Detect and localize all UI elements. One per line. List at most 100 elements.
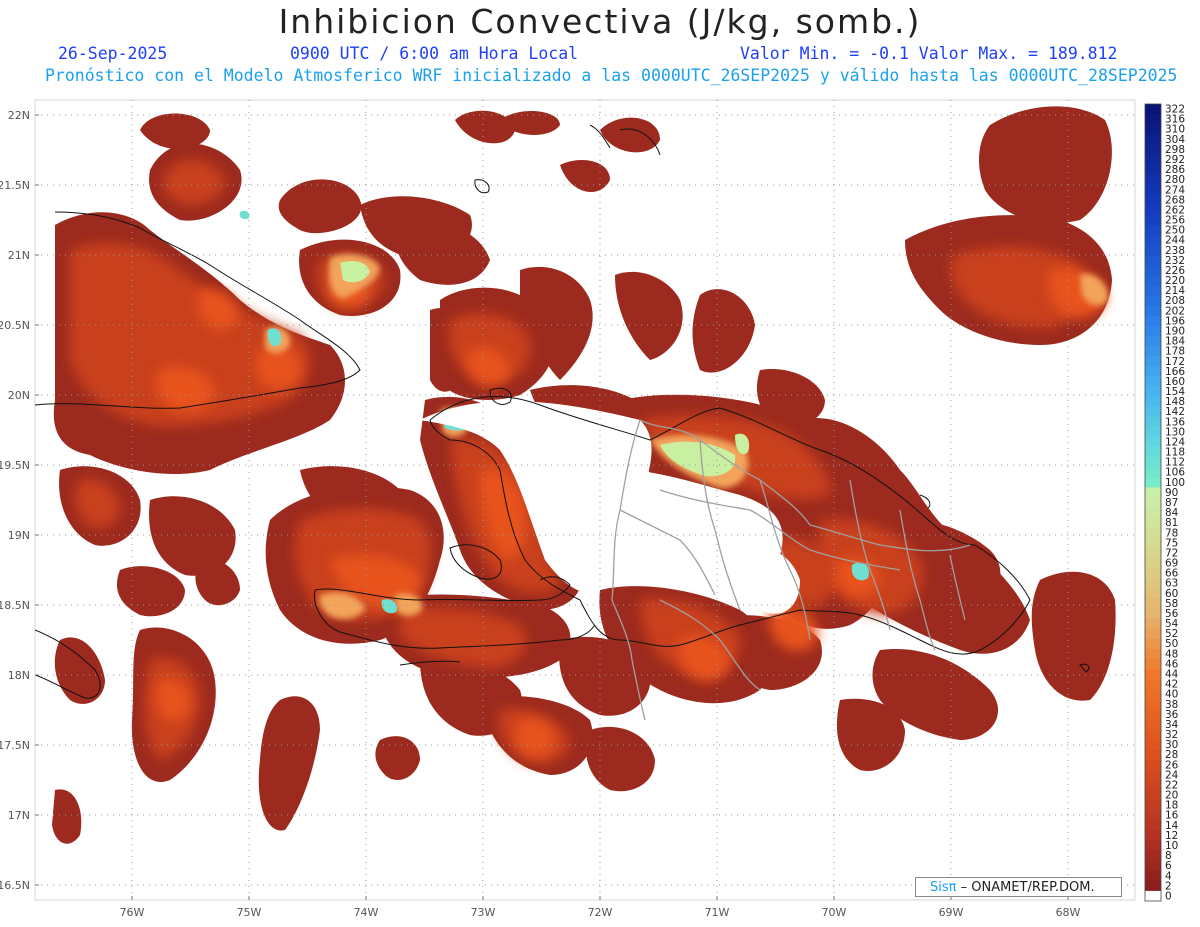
lat-label: 17.5N [0, 739, 30, 752]
lon-label: 73W [471, 906, 496, 919]
colorbar-swatch [1145, 255, 1161, 266]
colorbar-swatch [1145, 850, 1161, 862]
colorbar-swatch [1145, 588, 1161, 599]
colorbar-swatch [1145, 890, 1161, 902]
colorbar-swatch [1145, 507, 1161, 519]
colorbar-swatch [1145, 880, 1161, 892]
colorbar-swatch [1145, 396, 1161, 408]
colorbar-swatch [1145, 608, 1161, 619]
colorbar-swatch [1145, 104, 1161, 115]
colorbar-swatch [1145, 245, 1161, 256]
credit-box: Sisπ – ONAMET/REP.DOM. [915, 877, 1122, 897]
colorbar-swatch [1145, 325, 1161, 337]
colorbar-swatch [1145, 517, 1161, 529]
colorbar-swatch [1145, 810, 1161, 821]
colorbar-swatch [1145, 699, 1161, 710]
lat-label: 21.5N [0, 179, 30, 192]
colorbar-swatch [1145, 618, 1161, 630]
colorbar-swatch [1145, 285, 1161, 297]
lat-label: 18.5N [0, 599, 30, 612]
colorbar-swatch [1145, 114, 1161, 125]
colorbar-swatch [1145, 830, 1161, 841]
colorbar-swatch [1145, 648, 1161, 660]
colorbar-swatch [1145, 628, 1161, 640]
colorbar-swatch [1145, 729, 1161, 740]
colorbar-swatch [1145, 870, 1161, 882]
colorbar-swatch [1145, 164, 1161, 176]
colorbar-swatch [1145, 719, 1161, 730]
colorbar-swatch [1145, 557, 1161, 569]
colorbar-swatch [1145, 820, 1161, 831]
lat-label: 20N [8, 389, 30, 402]
colorbar: 3223163103042982922862802742682622562502… [1144, 104, 1185, 902]
colorbar-swatch [1145, 426, 1161, 438]
colorbar-swatch [1145, 840, 1161, 851]
lat-label: 19.5N [0, 459, 30, 472]
colorbar-swatch [1145, 800, 1161, 811]
colorbar-swatch [1145, 184, 1161, 196]
colorbar-swatch [1145, 477, 1161, 488]
colorbar-swatch [1145, 386, 1161, 397]
colorbar-swatch [1145, 144, 1161, 155]
colorbar-swatch [1145, 194, 1161, 206]
colorbar-swatch [1145, 749, 1161, 761]
lat-label: 20.5N [0, 319, 30, 332]
colorbar-swatch [1145, 225, 1161, 236]
colorbar-swatch [1145, 154, 1161, 165]
colorbar-swatch [1145, 759, 1161, 771]
colorbar-swatch [1145, 174, 1161, 186]
colorbar-swatch [1145, 598, 1161, 609]
colorbar-swatch [1145, 457, 1161, 468]
colorbar-swatch [1145, 235, 1161, 246]
colorbar-swatch [1145, 315, 1161, 327]
colorbar-swatch [1145, 487, 1161, 498]
colorbar-swatch [1145, 547, 1161, 559]
credit-text: – ONAMET/REP.DOM. [956, 880, 1095, 895]
colorbar-swatch [1145, 214, 1161, 226]
colorbar-swatch [1145, 779, 1161, 791]
colorbar-swatch [1145, 668, 1161, 680]
colorbar-swatch [1145, 295, 1161, 307]
lon-label: 76W [120, 906, 145, 919]
colorbar-swatch [1145, 406, 1161, 418]
colorbar-swatch [1145, 679, 1161, 690]
lon-label: 71W [705, 906, 730, 919]
colorbar-swatch [1145, 497, 1161, 508]
lat-label: 16.5N [0, 879, 30, 892]
colorbar-swatch [1145, 769, 1161, 781]
lon-label: 75W [237, 906, 262, 919]
colorbar-swatch [1145, 709, 1161, 720]
colorbar-swatch [1145, 124, 1161, 135]
colorbar-swatch [1145, 436, 1161, 448]
colorbar-swatch [1145, 366, 1161, 377]
colorbar-swatch [1145, 790, 1161, 801]
colorbar-swatch [1145, 578, 1161, 589]
colorbar-swatch [1145, 346, 1161, 357]
lon-label: 70W [822, 906, 847, 919]
colorbar-swatch [1145, 689, 1161, 700]
latitude-labels: 22N 21.5N 21N 20.5N 20N 19.5N 19N 18.5N 18N 17.5N… [0, 109, 39, 892]
colorbar-swatch [1145, 467, 1161, 478]
colorbar-swatch [1145, 527, 1161, 539]
colorbar-label: 0 [1165, 890, 1172, 902]
colorbar-swatch [1145, 447, 1161, 458]
lat-label: 18N [8, 669, 30, 682]
colorbar-swatch [1145, 356, 1161, 367]
credit-brand: Sisπ [930, 880, 957, 895]
lat-label: 22N [8, 109, 30, 122]
colorbar-swatch [1145, 638, 1161, 650]
colorbar-swatch [1145, 204, 1161, 216]
colorbar-swatch [1145, 739, 1161, 751]
colorbar-swatch [1145, 305, 1161, 317]
colorbar-swatch [1145, 134, 1161, 145]
lat-label: 21N [8, 249, 30, 262]
colorbar-swatch [1145, 336, 1161, 347]
lat-label: 19N [8, 529, 30, 542]
colorbar-swatch [1145, 376, 1161, 387]
colorbar-swatch [1145, 537, 1161, 549]
colorbar-swatch [1145, 658, 1161, 670]
lon-label: 72W [588, 906, 613, 919]
colorbar-swatch [1145, 568, 1161, 579]
colorbar-swatch [1145, 416, 1161, 428]
lat-label: 17N [8, 809, 30, 822]
